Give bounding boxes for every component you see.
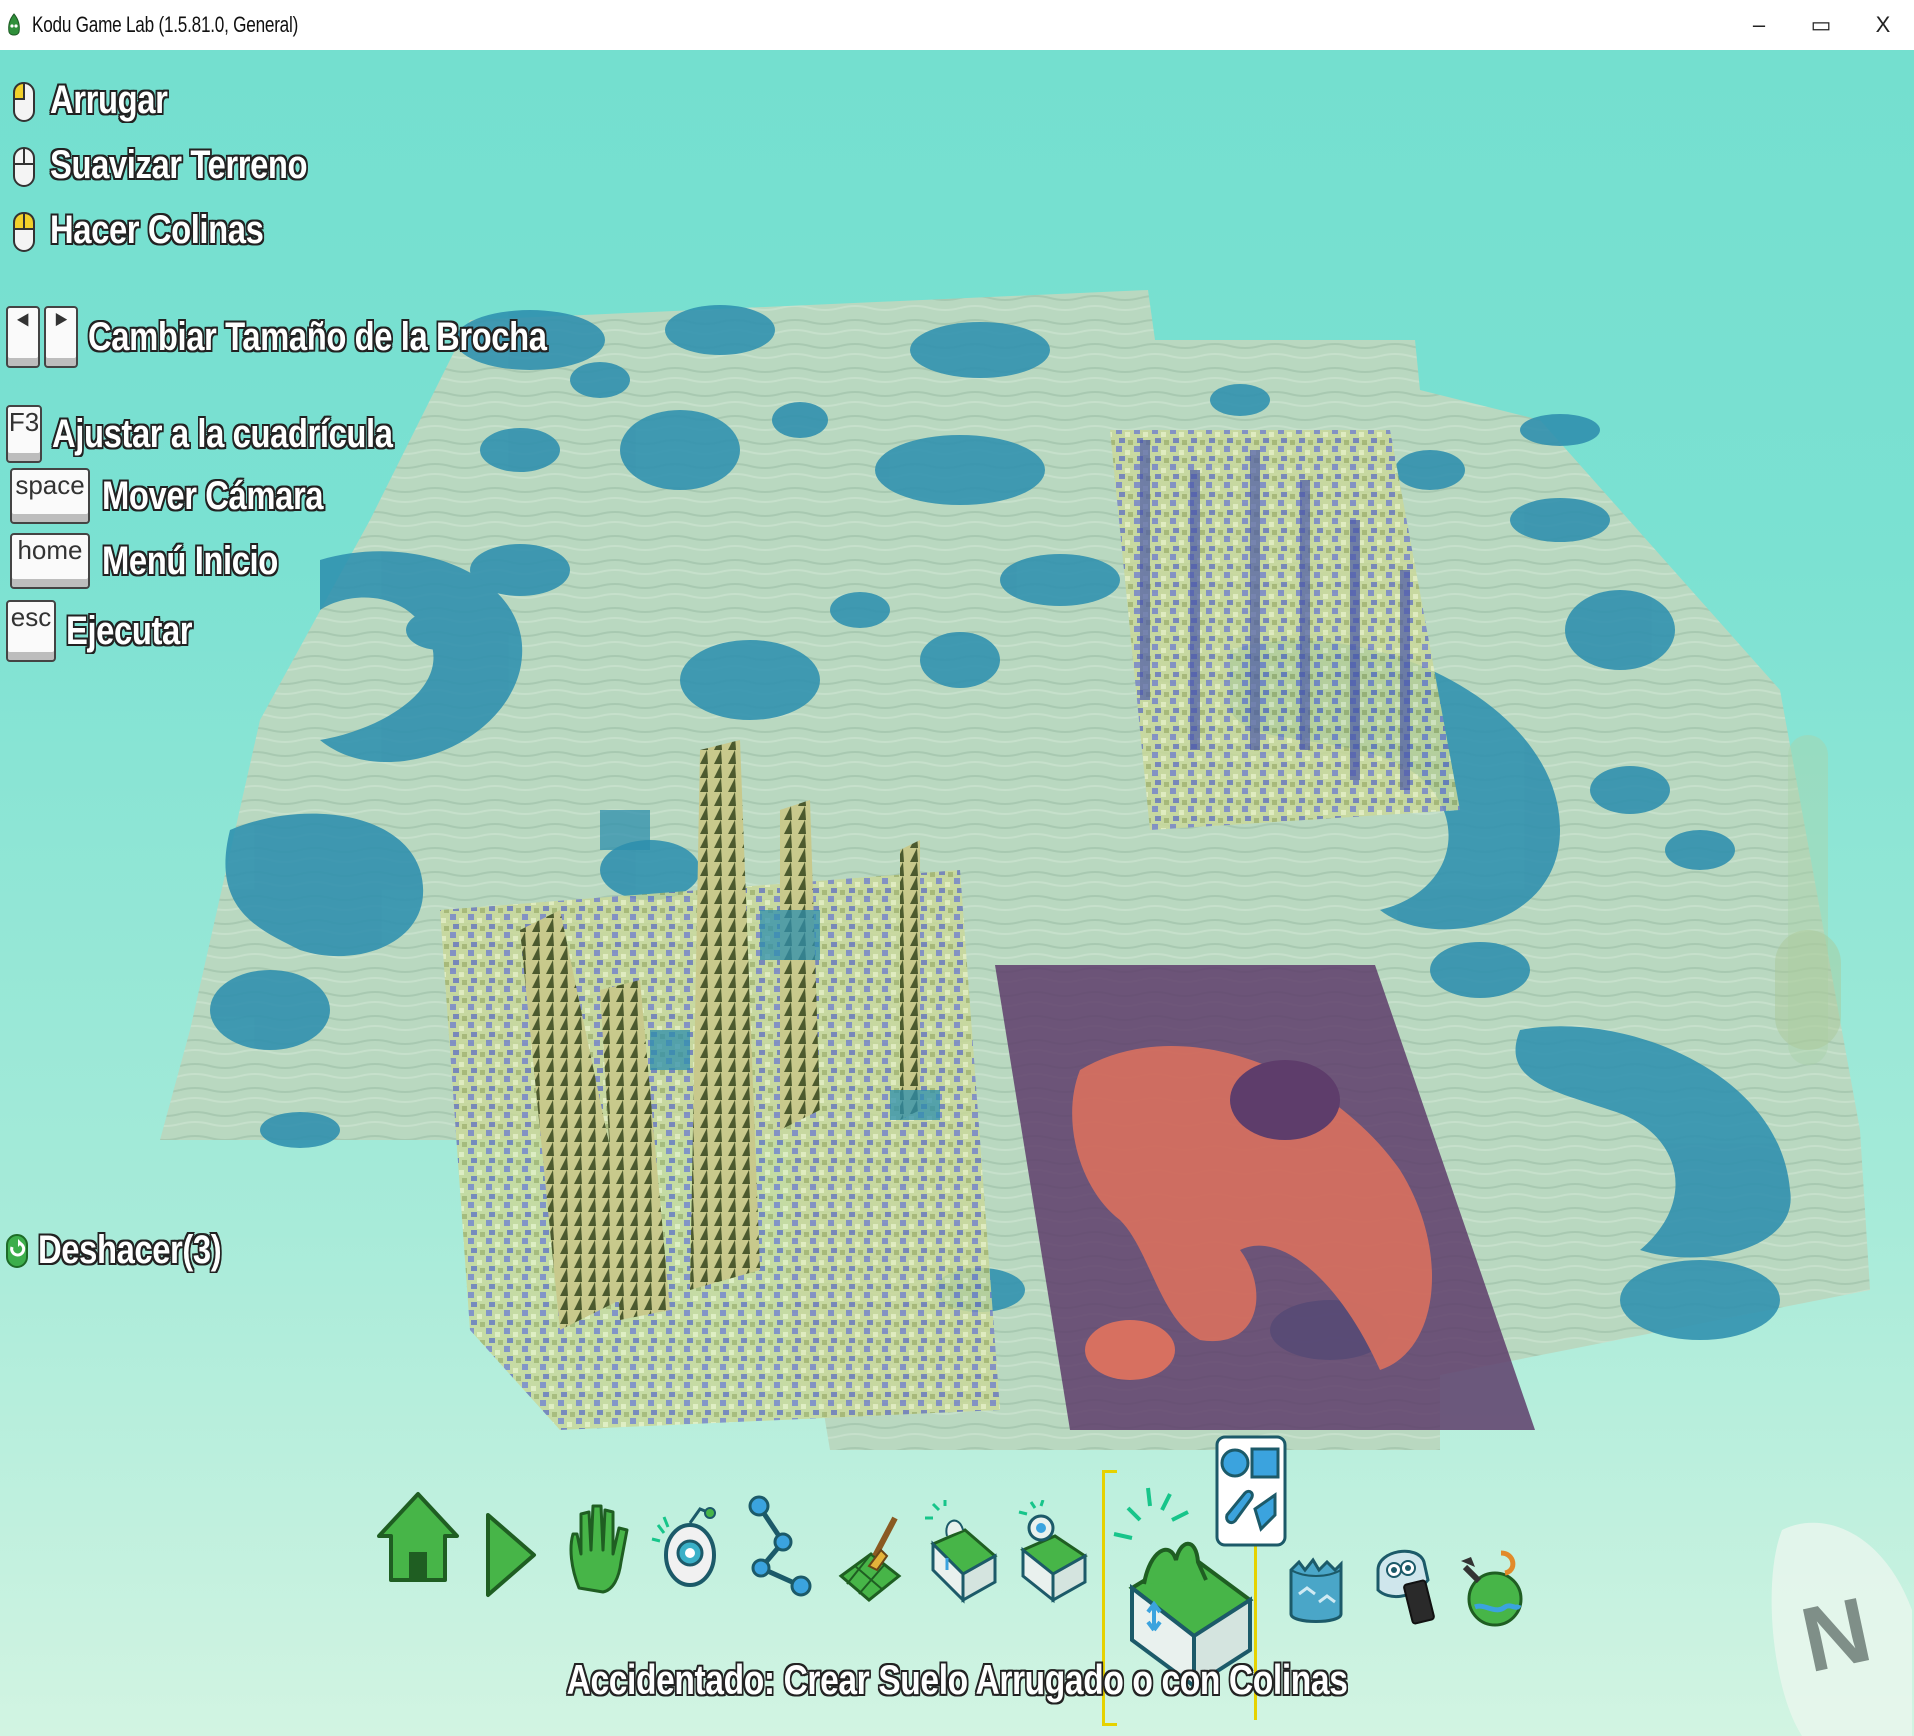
eraser-tool-icon[interactable]	[1368, 1540, 1438, 1640]
restore-button[interactable]: ▭	[1790, 0, 1852, 50]
terrain-scene[interactable]	[0, 50, 1914, 1736]
hud-undo-row[interactable]: Deshacer(3)	[4, 1228, 262, 1273]
title-bar: Kodu Game Lab (1.5.81.0, General) – ▭ X	[0, 0, 1914, 51]
hud-action-label: Suavizar Terreno	[50, 143, 308, 187]
hand-tool-icon[interactable]	[563, 1498, 633, 1598]
minimize-button[interactable]: –	[1728, 0, 1790, 50]
play-tool-icon[interactable]	[480, 1505, 540, 1605]
kodu-object-tool-icon[interactable]	[650, 1493, 726, 1593]
tool-status-text: Accidentado: Crear Suelo Arrugado o con …	[566, 1656, 1348, 1703]
hud-run-row: esc Ejecutar	[6, 600, 220, 662]
home-key-icon: home	[10, 533, 90, 589]
game-viewport[interactable]: Arrugar Suavizar Terreno Hacer Colinas ⯇…	[0, 50, 1914, 1736]
kodu-app-icon	[8, 13, 20, 36]
run-label: Ejecutar	[66, 608, 193, 653]
hud-camera-row: space Mover Cámara	[10, 468, 372, 524]
undo-label: Deshacer(3)	[38, 1228, 222, 1272]
hud-action-label: Hacer Colinas	[50, 208, 264, 252]
world-settings-tool-icon[interactable]	[1455, 1545, 1525, 1645]
hud-action-row: Suavizar Terreno	[12, 143, 364, 188]
hud-home-row: home Menú Inicio	[10, 533, 317, 589]
f3-key-icon: F3	[6, 405, 42, 463]
left-arrow-key-icon: ⯇	[6, 306, 40, 368]
snap-label: Ajustar a la cuadrícula	[52, 411, 393, 456]
camera-label: Mover Cámara	[102, 473, 324, 518]
terrain-up-down-tool-icon[interactable]	[925, 1500, 1001, 1610]
terrain-smooth-tool-icon[interactable]	[1015, 1500, 1091, 1610]
path-tool-icon[interactable]	[745, 1490, 817, 1600]
hud-snap-row: F3 Ajustar a la cuadrícula	[6, 405, 467, 463]
brush-shapes-icon[interactable]	[1215, 1435, 1287, 1547]
hud-action-row: Arrugar	[12, 78, 193, 123]
mouse-both-icon	[13, 211, 35, 252]
brush-size-label: Cambiar Tamaño de la Brocha	[88, 314, 547, 359]
hud-action-row: Hacer Colinas	[12, 208, 310, 253]
close-button[interactable]: X	[1852, 0, 1914, 50]
water-tool-icon[interactable]	[1285, 1550, 1345, 1640]
terrain-paint-tool-icon[interactable]	[835, 1510, 905, 1610]
compass-icon: N	[1771, 1522, 1912, 1736]
hud-brush-size-row: ⯇ ⯈ Cambiar Tamaño de la Brocha	[6, 306, 647, 368]
home-menu-label: Menú Inicio	[102, 538, 278, 583]
hud-action-label: Arrugar	[50, 78, 168, 122]
window-controls: – ▭ X	[1728, 0, 1914, 50]
mouse-right-icon	[13, 146, 35, 187]
right-arrow-key-icon: ⯈	[44, 306, 78, 368]
zoom-knob[interactable]	[1775, 930, 1841, 1050]
space-key-icon: space	[10, 468, 90, 524]
esc-key-icon: esc	[6, 600, 56, 662]
mouse-left-icon	[13, 81, 35, 122]
undo-icon	[6, 1233, 28, 1268]
home-tool-icon[interactable]	[375, 1488, 461, 1588]
window-title: Kodu Game Lab (1.5.81.0, General)	[32, 12, 299, 37]
